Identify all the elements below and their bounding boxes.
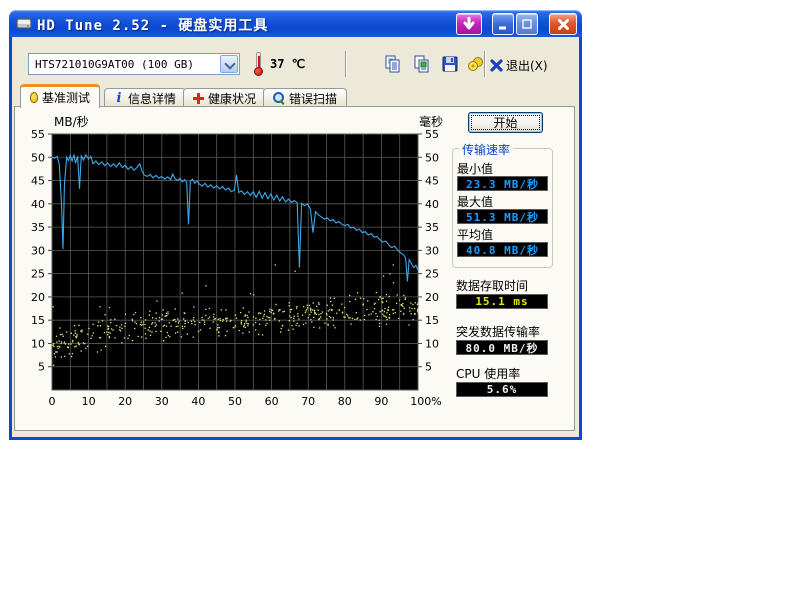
exit-label: 退出(X) (506, 57, 548, 74)
svg-text:25: 25 (31, 268, 45, 281)
min-label: 最小值 (457, 160, 493, 177)
lightbulb-icon (30, 92, 38, 103)
start-button[interactable]: 开始 (468, 112, 543, 133)
svg-text:20: 20 (425, 291, 439, 304)
svg-text:15: 15 (31, 314, 45, 327)
svg-text:30: 30 (31, 244, 45, 257)
cpu-usage-label: CPU 使用率 (456, 365, 520, 382)
window-body: HTS721010G9AT00 (100 GB) 37 ℃ (9, 37, 582, 440)
tab-health[interactable]: 健康状况 (183, 88, 266, 107)
group-title: 传输速率 (459, 141, 513, 158)
svg-text:45: 45 (31, 175, 45, 188)
cpu-usage-lcd: 5.6% (456, 382, 548, 397)
svg-text:50: 50 (425, 151, 439, 164)
max-value-lcd: 51.3 MB/秒 (457, 209, 548, 224)
svg-text:MB/秒: MB/秒 (54, 115, 89, 129)
min-value-lcd: 23.3 MB/秒 (457, 176, 548, 191)
temperature-readout: 37 ℃ (270, 57, 305, 71)
svg-text:10: 10 (425, 337, 439, 350)
svg-text:毫秒: 毫秒 (419, 114, 443, 129)
svg-text:25: 25 (425, 268, 439, 281)
tab-label: 信息详情 (128, 90, 176, 107)
svg-text:5: 5 (425, 361, 432, 374)
close-button[interactable] (549, 13, 577, 35)
svg-text:55: 55 (31, 128, 45, 141)
burst-rate-label: 突发数据传输率 (456, 323, 540, 340)
info-icon (114, 91, 124, 106)
download-button[interactable] (456, 13, 482, 35)
copy-image-icon (412, 54, 432, 74)
toolbar-separator (345, 51, 347, 77)
avg-label: 平均值 (457, 226, 493, 243)
copy-icon (383, 54, 403, 74)
exit-button[interactable]: 退出(X) (490, 54, 548, 76)
access-time-label: 数据存取时间 (456, 277, 528, 294)
maximize-icon (520, 17, 534, 31)
svg-text:10: 10 (31, 337, 45, 350)
svg-text:40: 40 (191, 395, 205, 408)
window-title: HD Tune 2.52 - 硬盘实用工具 (37, 15, 268, 35)
toolbar-separator (484, 51, 486, 77)
harddrive-icon (16, 16, 32, 31)
maximize-button[interactable] (516, 13, 538, 35)
svg-text:70: 70 (301, 395, 315, 408)
svg-text:0: 0 (49, 395, 56, 408)
drive-select-value: HTS721010G9AT00 (100 GB) (29, 58, 220, 71)
svg-text:30: 30 (425, 244, 439, 257)
svg-text:35: 35 (31, 221, 45, 234)
transfer-rate-group: 传输速率 最小值 23.3 MB/秒 最大值 51.3 MB/秒 平均值 40.… (452, 148, 553, 268)
svg-text:20: 20 (118, 395, 132, 408)
copy-text-button[interactable] (381, 52, 405, 76)
svg-text:5: 5 (38, 361, 45, 374)
tab-label: 错误扫描 (289, 90, 337, 107)
exit-x-icon (490, 59, 503, 72)
drive-select[interactable]: HTS721010G9AT00 (100 GB) (28, 53, 240, 75)
burst-rate-lcd: 80.0 MB/秒 (456, 340, 548, 355)
svg-text:60: 60 (265, 395, 279, 408)
access-time-lcd: 15.1 ms (456, 294, 548, 309)
coins-icon (466, 54, 486, 74)
benchmark-chart: 5510101515202025253030353540404545505055… (20, 112, 445, 408)
magnifier-icon (273, 92, 285, 104)
svg-text:35: 35 (425, 221, 439, 234)
svg-text:50: 50 (31, 151, 45, 164)
download-arrow-icon (462, 17, 476, 31)
tab-label: 健康状况 (208, 90, 256, 107)
save-button[interactable] (438, 52, 462, 76)
svg-text:55: 55 (425, 128, 439, 141)
svg-text:90: 90 (374, 395, 388, 408)
tab-info[interactable]: 信息详情 (104, 88, 186, 107)
health-cross-icon (193, 93, 204, 104)
svg-text:15: 15 (425, 314, 439, 327)
titlebar[interactable]: HD Tune 2.52 - 硬盘实用工具 (9, 10, 582, 37)
minimize-button[interactable] (492, 13, 514, 35)
minimize-icon (496, 17, 510, 31)
svg-text:30: 30 (155, 395, 169, 408)
tab-error-scan[interactable]: 错误扫描 (263, 88, 347, 107)
svg-text:40: 40 (425, 198, 439, 211)
tab-label: 基准测试 (42, 89, 90, 106)
svg-text:100%: 100% (410, 395, 441, 408)
benchmark-tab-page: 5510101515202025253030353540404545505055… (14, 106, 575, 431)
copy-image-button[interactable] (410, 52, 434, 76)
svg-text:80: 80 (338, 395, 352, 408)
chevron-down-icon[interactable] (220, 55, 238, 73)
svg-text:20: 20 (31, 291, 45, 304)
close-icon (556, 17, 571, 32)
thermometer-icon (253, 52, 264, 77)
avg-value-lcd: 40.8 MB/秒 (457, 242, 548, 257)
svg-text:45: 45 (425, 175, 439, 188)
svg-text:50: 50 (228, 395, 242, 408)
max-label: 最大值 (457, 193, 493, 210)
svg-text:10: 10 (82, 395, 96, 408)
tab-benchmark[interactable]: 基准测试 (20, 84, 100, 108)
hd-tune-window: HD Tune 2.52 - 硬盘实用工具 HTS721010G9AT00 (1… (9, 10, 582, 440)
svg-text:40: 40 (31, 198, 45, 211)
save-icon (440, 54, 460, 74)
